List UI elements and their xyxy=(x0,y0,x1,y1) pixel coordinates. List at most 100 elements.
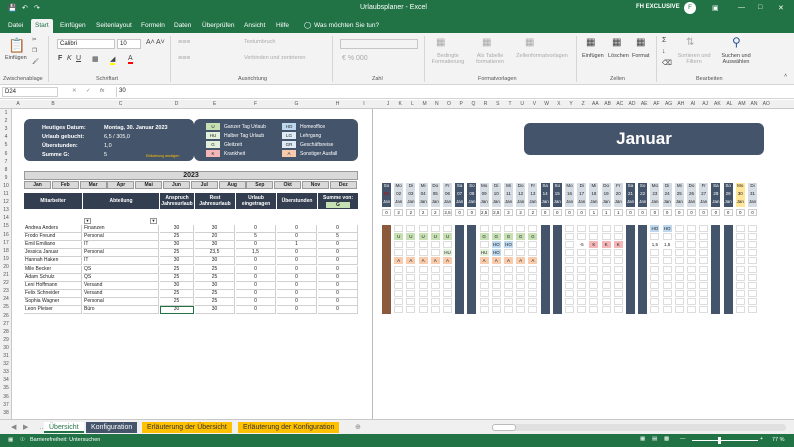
column-header[interactable]: AI xyxy=(687,101,699,107)
calendar-cell[interactable] xyxy=(589,306,599,313)
calendar-cell[interactable] xyxy=(516,289,526,297)
table-cell-g[interactable]: 0 xyxy=(318,289,358,298)
column-header[interactable]: AH xyxy=(675,101,687,107)
calendar-cell[interactable] xyxy=(406,306,416,313)
cancel-formula-icon[interactable]: ✕ xyxy=(72,88,77,94)
calendar-cell[interactable] xyxy=(479,281,489,289)
month-button-feb[interactable]: Feb xyxy=(51,181,79,189)
calendar-cell[interactable] xyxy=(565,241,574,249)
tab-start[interactable]: Start xyxy=(31,19,53,33)
column-header[interactable]: E xyxy=(194,101,235,107)
row-header[interactable]: 15 xyxy=(0,223,12,229)
zoom-level[interactable]: 77 % xyxy=(772,437,785,443)
calendar-cell[interactable] xyxy=(516,281,526,289)
row-header[interactable]: 12 xyxy=(0,199,12,205)
calendar-cell[interactable] xyxy=(394,249,404,257)
table-cell-name[interactable]: Mile Becker xyxy=(24,265,82,274)
calendar-entry[interactable]: G xyxy=(504,233,513,241)
zoom-out-icon[interactable]: — xyxy=(680,436,686,442)
calendar-cell[interactable] xyxy=(406,225,416,232)
calendar-entry[interactable]: U xyxy=(418,233,428,241)
calendar-cell[interactable] xyxy=(394,297,404,305)
month-button-aug[interactable]: Aug xyxy=(218,181,246,189)
column-header[interactable]: V xyxy=(528,101,540,107)
paste-button[interactable]: Einfügen xyxy=(5,55,27,61)
calendar-cell[interactable] xyxy=(565,265,574,273)
table-cell-dept[interactable]: Personal xyxy=(83,297,159,306)
table-cell-booked[interactable]: 0 xyxy=(236,257,276,266)
calendar-cell[interactable] xyxy=(613,265,623,273)
column-header[interactable]: Q xyxy=(467,101,479,107)
calendar-entry[interactable]: HU xyxy=(479,249,489,257)
month-button-jul[interactable]: Jul xyxy=(190,181,218,189)
table-cell-dept[interactable]: Versand xyxy=(83,281,159,290)
calendar-cell[interactable] xyxy=(589,281,599,289)
calendar-cell[interactable] xyxy=(589,249,599,257)
autosum-icon[interactable]: Σ xyxy=(662,37,666,44)
confirm-formula-icon[interactable]: ✓ xyxy=(86,88,91,94)
calendar-cell[interactable] xyxy=(528,265,538,273)
conditional-format-icon[interactable]: ▦ xyxy=(436,37,445,48)
month-button-apr[interactable]: Apr xyxy=(107,181,135,189)
table-cell-rest[interactable]: 30 xyxy=(195,225,235,233)
calendar-cell[interactable] xyxy=(418,241,428,249)
calendar-cell[interactable] xyxy=(662,233,672,241)
column-header[interactable]: A xyxy=(12,101,24,107)
calendar-cell[interactable] xyxy=(650,249,660,257)
calendar-cell[interactable] xyxy=(735,281,745,289)
table-cell-booked[interactable]: 0 xyxy=(236,225,276,233)
calendar-cell[interactable] xyxy=(589,297,599,305)
row-header[interactable]: 16 xyxy=(0,232,12,238)
calendar-cell[interactable] xyxy=(577,265,587,273)
calendar-cell[interactable] xyxy=(735,306,745,313)
calendar-cell[interactable] xyxy=(687,233,696,241)
table-cell-g[interactable]: 0 xyxy=(318,281,358,290)
calendar-cell[interactable] xyxy=(491,281,501,289)
table-cell-booked[interactable]: 0 xyxy=(236,241,276,250)
calendar-cell[interactable] xyxy=(528,225,538,232)
calendar-cell[interactable] xyxy=(735,241,745,249)
row-header[interactable]: 35 xyxy=(0,385,12,391)
calendar-cell[interactable] xyxy=(662,281,672,289)
column-header[interactable]: M xyxy=(419,101,431,107)
calendar-entry[interactable]: A xyxy=(479,257,489,265)
row-header[interactable]: 20 xyxy=(0,264,12,270)
add-sheet-icon[interactable]: ⊕ xyxy=(350,422,366,433)
calendar-cell[interactable] xyxy=(589,289,599,297)
table-cell-ot[interactable]: 1 xyxy=(277,241,317,250)
calendar-cell[interactable] xyxy=(699,249,709,257)
avatar[interactable]: F xyxy=(684,2,696,14)
calendar-entry[interactable]: A xyxy=(516,257,526,265)
calendar-cell[interactable] xyxy=(748,225,757,232)
column-header[interactable]: AE xyxy=(638,101,650,107)
calendar-cell[interactable] xyxy=(528,241,538,249)
table-cell-g[interactable]: 0 xyxy=(318,225,358,233)
calendar-cell[interactable] xyxy=(443,273,452,281)
column-header[interactable]: AM xyxy=(736,101,748,107)
row-header[interactable]: 23 xyxy=(0,288,12,294)
table-cell-rest[interactable]: 25 xyxy=(195,297,235,306)
font-color-icon[interactable]: A xyxy=(128,55,133,64)
search-icon[interactable]: ⚲ xyxy=(732,35,741,49)
format-cells-button[interactable]: Format xyxy=(632,53,649,59)
calendar-cell[interactable] xyxy=(406,249,416,257)
calendar-cell[interactable] xyxy=(674,306,684,313)
calendar-entry[interactable]: A xyxy=(394,257,404,265)
sheet-tab-erlaeuterung-uebersicht[interactable]: Erläuterung der Übersicht xyxy=(142,422,232,433)
column-header[interactable]: L xyxy=(406,101,418,107)
calendar-cell[interactable] xyxy=(662,273,672,281)
calendar-cell[interactable] xyxy=(699,241,709,249)
next-sheet-icon[interactable]: ▶ xyxy=(18,422,33,433)
calendar-entry[interactable]: A xyxy=(430,257,440,265)
table-cell-claim[interactable]: 30 xyxy=(160,241,194,250)
calendar-cell[interactable] xyxy=(577,281,587,289)
calendar-cell[interactable] xyxy=(735,273,745,281)
table-cell-ot[interactable]: 0 xyxy=(277,273,317,282)
table-cell-ot[interactable]: 0 xyxy=(277,297,317,306)
calendar-cell[interactable] xyxy=(748,233,757,241)
month-button-jun[interactable]: Jun xyxy=(163,181,190,189)
tab-hilfe[interactable]: Hilfe xyxy=(272,19,293,33)
calendar-cell[interactable] xyxy=(650,289,660,297)
calendar-cell[interactable] xyxy=(687,241,696,249)
calendar-cell[interactable] xyxy=(699,257,709,265)
